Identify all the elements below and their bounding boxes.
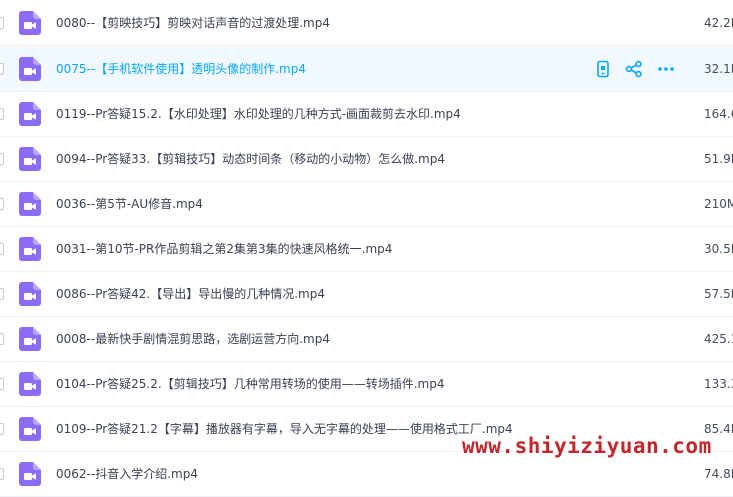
row-checkbox[interactable] <box>0 333 4 345</box>
row-checkbox[interactable] <box>0 153 4 165</box>
file-size: 133.3 <box>704 377 733 391</box>
file-size: 32.1M <box>704 62 733 76</box>
share-icon[interactable] <box>625 60 643 78</box>
file-size: 42.2M <box>704 16 733 30</box>
file-row[interactable]: 0062--抖音入学介绍.mp4 74.8M <box>0 452 733 497</box>
row-checkbox[interactable] <box>0 288 4 300</box>
file-size: 74.8M <box>704 467 733 481</box>
more-icon[interactable] <box>657 60 675 78</box>
file-row[interactable]: 0008--最新快手剧情混剪思路，选剧运营方向.mp4 425.1 <box>0 317 733 362</box>
video-file-icon <box>19 102 41 126</box>
video-file-icon <box>19 192 41 216</box>
row-checkbox[interactable] <box>0 17 4 29</box>
file-size: 57.5M <box>704 287 733 301</box>
file-name[interactable]: 0119--Pr答疑15.2.【水印处理】水印处理的几种方式-画面裁剪去水印.m… <box>56 92 461 136</box>
file-name[interactable]: 0031--第10节-PR作品剪辑之第2集第3集的快速风格统一.mp4 <box>56 227 392 271</box>
video-file-icon <box>19 282 41 306</box>
file-name[interactable]: 0104--Pr答疑25.2.【剪辑技巧】几种常用转场的使用——转场插件.mp4 <box>56 362 444 406</box>
row-checkbox[interactable] <box>0 108 4 120</box>
file-name[interactable]: 0008--最新快手剧情混剪思路，选剧运营方向.mp4 <box>56 317 330 361</box>
file-name[interactable]: 0062--抖音入学介绍.mp4 <box>56 452 198 496</box>
file-name[interactable]: 0109--Pr答疑21.2【字幕】播放器有字幕，导入无字幕的处理——使用格式工… <box>56 407 513 451</box>
video-file-icon <box>19 147 41 171</box>
video-file-icon <box>19 327 41 351</box>
file-name[interactable]: 0080--【剪映技巧】剪映对话声音的过渡处理.mp4 <box>56 1 330 45</box>
file-name[interactable]: 0036--第5节-AU修音.mp4 <box>56 182 203 226</box>
file-size: 425.1 <box>704 332 733 346</box>
file-row[interactable]: 0080--【剪映技巧】剪映对话声音的过渡处理.mp4 42.2M <box>0 1 733 46</box>
video-file-icon <box>19 417 41 441</box>
video-file-icon <box>19 57 41 81</box>
file-size: 30.5M <box>704 242 733 256</box>
file-row[interactable]: 0104--Pr答疑25.2.【剪辑技巧】几种常用转场的使用——转场插件.mp4… <box>0 362 733 407</box>
file-row[interactable]: 0075--【手机软件使用】透明头像的制作.mp4 32.1M <box>0 47 733 92</box>
file-row[interactable]: 0119--Pr答疑15.2.【水印处理】水印处理的几种方式-画面裁剪去水印.m… <box>0 92 733 137</box>
file-size: 51.9M <box>704 152 733 166</box>
file-name[interactable]: 0086--Pr答疑42.【导出】导出慢的几种情况.mp4 <box>56 272 325 316</box>
file-name[interactable]: 0075--【手机软件使用】透明头像的制作.mp4 <box>56 47 306 91</box>
row-checkbox[interactable] <box>0 243 4 255</box>
file-row[interactable]: 0031--第10节-PR作品剪辑之第2集第3集的快速风格统一.mp4 30.5M <box>0 227 733 272</box>
video-file-icon <box>19 237 41 261</box>
file-row[interactable]: 0036--第5节-AU修音.mp4 210M <box>0 182 733 227</box>
row-checkbox[interactable] <box>0 63 4 75</box>
row-checkbox[interactable] <box>0 423 4 435</box>
file-row[interactable]: 0094--Pr答疑33.【剪辑技巧】动态时间条（移动的小动物）怎么做.mp4 5… <box>0 137 733 182</box>
row-checkbox[interactable] <box>0 468 4 480</box>
video-file-icon <box>19 11 41 35</box>
row-checkbox[interactable] <box>0 198 4 210</box>
phone-icon[interactable] <box>594 60 612 78</box>
file-size: 164.6 <box>704 107 733 121</box>
video-file-icon <box>19 372 41 396</box>
row-checkbox[interactable] <box>0 378 4 390</box>
file-name[interactable]: 0094--Pr答疑33.【剪辑技巧】动态时间条（移动的小动物）怎么做.mp4 <box>56 137 445 181</box>
watermark: www.shiyiziyuan.com <box>462 434 712 458</box>
file-row[interactable]: 0086--Pr答疑42.【导出】导出慢的几种情况.mp4 57.5M <box>0 272 733 317</box>
file-size: 210M <box>704 197 733 211</box>
video-file-icon <box>19 462 41 486</box>
